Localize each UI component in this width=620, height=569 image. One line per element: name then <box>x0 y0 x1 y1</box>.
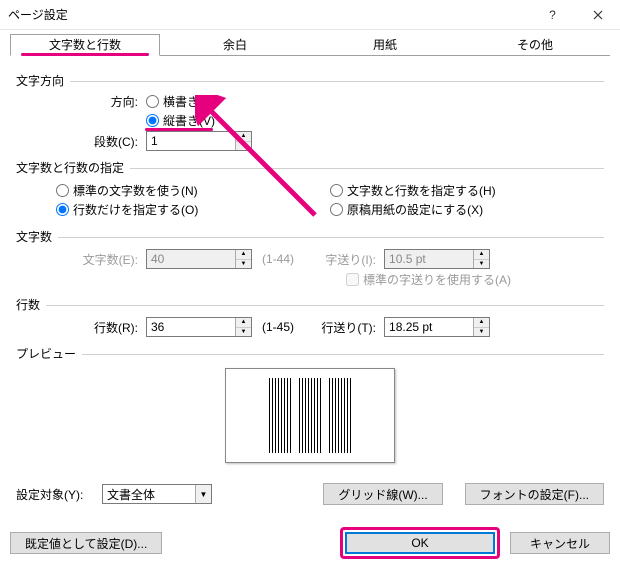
spinner-up-icon: ▲ <box>474 250 489 260</box>
spinner-up-icon[interactable]: ▲ <box>236 318 251 328</box>
direction-label: 方向: <box>56 93 146 110</box>
tab-bar: 文字数と行数 余白 用紙 その他 <box>10 34 610 56</box>
annotation-underline-icon <box>21 53 149 56</box>
section-lines: 行数 <box>16 296 604 313</box>
ok-button[interactable]: OK <box>345 532 495 554</box>
spinner-down-icon: ▼ <box>474 260 489 269</box>
close-icon <box>593 10 603 20</box>
tab-chars-lines[interactable]: 文字数と行数 <box>10 34 160 56</box>
chars-spinner: ▲▼ <box>146 249 252 269</box>
chars-label: 文字数(E): <box>56 251 146 268</box>
tab-other[interactable]: その他 <box>460 34 610 56</box>
help-button[interactable]: ? <box>530 0 575 30</box>
spinner-down-icon[interactable]: ▼ <box>236 328 251 337</box>
section-preview: プレビュー <box>16 345 604 362</box>
char-pitch-spinner: ▲▼ <box>384 249 490 269</box>
spinner-up-icon[interactable]: ▲ <box>474 318 489 328</box>
radio-horizontal[interactable]: 横書き(Z) <box>146 93 214 110</box>
section-direction: 文字方向 <box>16 72 604 89</box>
line-pitch-label: 行送り(T): <box>314 319 384 336</box>
radio-chars-and-lines[interactable]: 文字数と行数を指定する(H) <box>330 182 496 199</box>
window-title: ページ設定 <box>8 6 530 23</box>
chevron-down-icon[interactable]: ▼ <box>195 485 211 503</box>
spinner-down-icon: ▼ <box>236 260 251 269</box>
set-default-button[interactable]: 既定値として設定(D)... <box>10 532 162 554</box>
preview-box <box>225 368 395 463</box>
cancel-button[interactable]: キャンセル <box>510 532 610 554</box>
section-grid-spec: 文字数と行数の指定 <box>16 159 604 176</box>
preview-lines-icon <box>269 378 351 452</box>
titlebar: ページ設定 ? <box>0 0 620 30</box>
gridlines-button[interactable]: グリッド線(W)... <box>323 483 442 505</box>
checkbox-std-pitch: 標準の字送りを使用する(A) <box>346 271 511 288</box>
annotation-underline-icon <box>145 128 213 131</box>
spinner-up-icon: ▲ <box>236 250 251 260</box>
annotation-highlight-icon: OK <box>340 527 500 559</box>
lines-spinner[interactable]: ▲▼ <box>146 317 252 337</box>
apply-to-select[interactable]: ▼ <box>102 484 212 504</box>
tab-paper[interactable]: 用紙 <box>310 34 460 56</box>
spinner-up-icon[interactable]: ▲ <box>236 132 251 142</box>
radio-standard-chars[interactable]: 標準の文字数を使う(N) <box>56 182 198 199</box>
radio-genkou[interactable]: 原稿用紙の設定にする(X) <box>330 201 483 218</box>
radio-lines-only[interactable]: 行数だけを指定する(O) <box>56 201 198 218</box>
line-pitch-spinner[interactable]: ▲▼ <box>384 317 490 337</box>
radio-vertical[interactable]: 縦書き(V) <box>146 112 215 129</box>
close-button[interactable] <box>575 0 620 30</box>
tab-margins[interactable]: 余白 <box>160 34 310 56</box>
section-chars: 文字数 <box>16 228 604 245</box>
char-pitch-label: 字送り(I): <box>314 251 384 268</box>
spinner-down-icon[interactable]: ▼ <box>474 328 489 337</box>
font-settings-button[interactable]: フォントの設定(F)... <box>465 483 604 505</box>
columns-label: 段数(C): <box>56 133 146 150</box>
spinner-down-icon[interactable]: ▼ <box>236 142 251 151</box>
columns-spinner[interactable]: ▲▼ <box>146 131 252 151</box>
lines-label: 行数(R): <box>56 319 146 336</box>
apply-to-label: 設定対象(Y): <box>16 486 96 503</box>
